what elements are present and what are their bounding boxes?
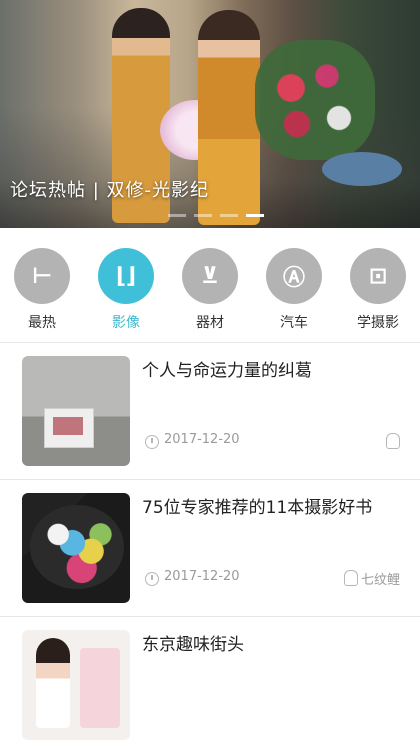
author-icon xyxy=(344,570,358,586)
category-nav: ⊢ 最热 ⌊⌋ 影像 ⊻ 器材 Ⓐ 汽车 ⊡ 学摄影 xyxy=(0,238,420,340)
equipment-icon: ⊻ xyxy=(182,248,238,304)
banner-carousel[interactable]: 论坛热帖 | 双修-光影纪 xyxy=(0,0,420,228)
clock-icon xyxy=(145,572,159,586)
article-thumbnail xyxy=(22,493,130,603)
image-icon: ⌊⌋ xyxy=(98,248,154,304)
article-date: 2017-12-20 xyxy=(164,569,240,584)
article-title: 75位专家推荐的11本摄影好书 xyxy=(142,498,373,518)
list-item[interactable]: 东京趣味街头 xyxy=(0,617,420,753)
carousel-indicator xyxy=(168,214,264,217)
category-image[interactable]: ⌊⌋ 影像 xyxy=(86,238,166,340)
learn-photography-icon: ⊡ xyxy=(350,248,406,304)
category-label: 学摄影 xyxy=(357,315,399,331)
category-hot[interactable]: ⊢ 最热 xyxy=(2,238,82,340)
category-car[interactable]: Ⓐ 汽车 xyxy=(254,238,334,340)
article-thumbnail xyxy=(22,630,130,740)
category-label: 器材 xyxy=(196,315,224,331)
banner-flowers xyxy=(255,40,375,160)
article-author: 七纹鲤 xyxy=(360,573,400,588)
category-label: 汽车 xyxy=(280,315,308,331)
banner-caption[interactable]: 论坛热帖 | 双修-光影纪 xyxy=(10,176,209,202)
article-title: 个人与命运力量的纠葛 xyxy=(142,361,312,381)
article-title: 东京趣味街头 xyxy=(142,635,244,655)
carousel-dot[interactable] xyxy=(220,214,238,217)
carousel-dot[interactable] xyxy=(168,214,186,217)
clock-icon xyxy=(145,435,159,449)
carousel-dot-active[interactable] xyxy=(246,214,264,217)
category-label: 影像 xyxy=(112,315,140,331)
article-date: 2017-12-20 xyxy=(164,432,240,447)
category-equipment[interactable]: ⊻ 器材 xyxy=(170,238,250,340)
author-icon xyxy=(386,433,400,449)
article-thumbnail xyxy=(22,356,130,466)
car-icon: Ⓐ xyxy=(266,248,322,304)
carousel-dot[interactable] xyxy=(194,214,212,217)
list-item[interactable]: 75位专家推荐的11本摄影好书 2017-12-20 七纹鲤 xyxy=(0,480,420,616)
banner-bowl xyxy=(322,152,402,186)
hot-icon: ⊢ xyxy=(14,248,70,304)
list-item[interactable]: 个人与命运力量的纠葛 2017-12-20 xyxy=(0,343,420,479)
category-label: 最热 xyxy=(28,315,56,331)
category-learn-photography[interactable]: ⊡ 学摄影 xyxy=(338,238,418,340)
